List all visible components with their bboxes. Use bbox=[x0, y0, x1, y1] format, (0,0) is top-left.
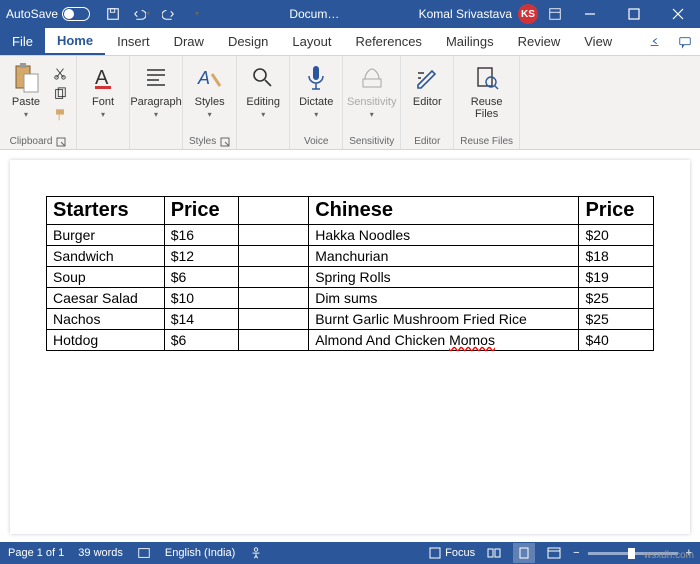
editor-icon bbox=[411, 62, 443, 94]
ribbon-options-button[interactable] bbox=[542, 2, 568, 26]
dialog-launcher-icon[interactable] bbox=[220, 137, 230, 147]
focus-mode-button[interactable]: Focus bbox=[429, 547, 475, 559]
tab-insert[interactable]: Insert bbox=[105, 28, 162, 55]
paragraph-icon bbox=[140, 62, 172, 94]
print-layout-button[interactable] bbox=[513, 543, 535, 563]
tab-view[interactable]: View bbox=[572, 28, 624, 55]
group-paragraph: Paragraph▾ bbox=[130, 56, 183, 149]
tab-design[interactable]: Design bbox=[216, 28, 280, 55]
reuse-files-icon bbox=[471, 62, 503, 94]
comments-button[interactable] bbox=[670, 28, 700, 55]
font-icon: A bbox=[87, 62, 119, 94]
tab-home[interactable]: Home bbox=[45, 28, 105, 55]
tab-references[interactable]: References bbox=[343, 28, 433, 55]
table-row: Nachos$14Burnt Garlic Mushroom Fried Ric… bbox=[47, 309, 654, 330]
paragraph-button[interactable]: Paragraph▾ bbox=[136, 62, 176, 120]
table-row: Caesar Salad$10Dim sums$25 bbox=[47, 288, 654, 309]
font-button[interactable]: A Font▾ bbox=[83, 62, 123, 120]
copy-button[interactable] bbox=[50, 85, 70, 103]
read-mode-button[interactable] bbox=[483, 543, 505, 563]
clipboard-group-label: Clipboard bbox=[10, 136, 53, 147]
maximize-button[interactable] bbox=[612, 0, 656, 28]
search-icon bbox=[247, 62, 279, 94]
col-spacer[interactable] bbox=[239, 197, 309, 225]
dialog-launcher-icon[interactable] bbox=[56, 137, 66, 147]
title-bar: AutoSave ▾ ▾ Docum… Komal Srivastava KS bbox=[0, 0, 700, 28]
reuse-group-label: Reuse Files bbox=[460, 136, 513, 147]
editor-button[interactable]: Editor bbox=[407, 62, 447, 108]
autosave-toggle[interactable]: AutoSave bbox=[0, 7, 96, 21]
share-button[interactable] bbox=[640, 28, 670, 55]
table-row: Hotdog$6Almond And Chicken Momos$40 bbox=[47, 330, 654, 351]
styles-icon: A bbox=[194, 62, 226, 94]
tab-file[interactable]: File bbox=[0, 28, 45, 55]
user-name: Komal Srivastava bbox=[419, 7, 512, 21]
watermark: wsxdh.com bbox=[644, 550, 694, 561]
redo-button[interactable] bbox=[156, 2, 182, 26]
table-header-row: Starters Price Chinese Price bbox=[47, 197, 654, 225]
tab-mailings[interactable]: Mailings bbox=[434, 28, 506, 55]
paste-button[interactable]: Paste▾ bbox=[6, 62, 46, 120]
quick-access-toolbar: ▾ ▾ bbox=[96, 2, 214, 26]
document-page[interactable]: Starters Price Chinese Price Burger$16Ha… bbox=[10, 160, 690, 534]
close-button[interactable] bbox=[656, 0, 700, 28]
microphone-icon bbox=[300, 62, 332, 94]
accessibility-button[interactable] bbox=[249, 546, 263, 560]
document-title: Docum… bbox=[214, 7, 415, 21]
table-row: Soup$6Spring Rolls$19 bbox=[47, 267, 654, 288]
paste-icon bbox=[10, 62, 42, 94]
col-starters[interactable]: Starters bbox=[47, 197, 165, 225]
menu-table[interactable]: Starters Price Chinese Price Burger$16Ha… bbox=[46, 196, 654, 351]
undo-button[interactable]: ▾ bbox=[128, 2, 154, 26]
editing-button[interactable]: Editing▾ bbox=[243, 62, 283, 120]
svg-text:A: A bbox=[95, 67, 109, 89]
ribbon: Paste▾ Clipboard A Font▾ Paragraph▾ bbox=[0, 56, 700, 150]
group-font: A Font▾ bbox=[77, 56, 130, 149]
col-price-2[interactable]: Price bbox=[579, 197, 654, 225]
styles-button[interactable]: A Styles▾ bbox=[190, 62, 230, 120]
tab-draw[interactable]: Draw bbox=[162, 28, 216, 55]
voice-group-label: Voice bbox=[304, 136, 328, 147]
svg-text:A: A bbox=[197, 68, 210, 88]
table-row: Sandwich$12Manchurian$18 bbox=[47, 246, 654, 267]
minimize-button[interactable] bbox=[568, 0, 612, 28]
language-indicator[interactable]: English (India) bbox=[165, 547, 235, 559]
status-bar: Page 1 of 1 39 words English (India) Foc… bbox=[0, 542, 700, 564]
reuse-files-button[interactable]: Reuse Files bbox=[467, 62, 507, 120]
group-clipboard: Paste▾ Clipboard bbox=[0, 56, 77, 149]
avatar: KS bbox=[518, 4, 538, 24]
group-sensitivity: Sensitivity▾ Sensitivity bbox=[343, 56, 401, 149]
autosave-label: AutoSave bbox=[6, 7, 58, 21]
group-editing: Editing▾ bbox=[237, 56, 290, 149]
dictate-button[interactable]: Dictate▾ bbox=[296, 62, 336, 120]
group-styles: A Styles▾ Styles bbox=[183, 56, 237, 149]
qat-customize[interactable]: ▾ bbox=[184, 2, 210, 26]
spell-check-button[interactable] bbox=[137, 546, 151, 560]
sensitivity-icon bbox=[356, 62, 388, 94]
page-indicator[interactable]: Page 1 of 1 bbox=[8, 547, 64, 559]
format-painter-button[interactable] bbox=[50, 106, 70, 124]
web-layout-button[interactable] bbox=[543, 543, 565, 563]
tab-review[interactable]: Review bbox=[506, 28, 573, 55]
sensitivity-button: Sensitivity▾ bbox=[352, 62, 392, 120]
cut-button[interactable] bbox=[50, 64, 70, 82]
save-button[interactable] bbox=[100, 2, 126, 26]
group-editor: Editor Editor bbox=[401, 56, 454, 149]
table-row: Burger$16Hakka Noodles$20 bbox=[47, 225, 654, 246]
zoom-out-button[interactable]: − bbox=[573, 547, 579, 559]
word-count[interactable]: 39 words bbox=[78, 547, 123, 559]
styles-group-label: Styles bbox=[189, 136, 216, 147]
tab-layout[interactable]: Layout bbox=[280, 28, 343, 55]
group-voice: Dictate▾ Voice bbox=[290, 56, 343, 149]
col-price-1[interactable]: Price bbox=[164, 197, 239, 225]
group-reuse-files: Reuse Files Reuse Files bbox=[454, 56, 520, 149]
ribbon-tabs: File Home Insert Draw Design Layout Refe… bbox=[0, 28, 700, 56]
editor-group-label: Editor bbox=[414, 136, 440, 147]
spelling-error: Momos bbox=[449, 332, 495, 348]
toggle-off-icon bbox=[62, 7, 90, 21]
col-chinese[interactable]: Chinese bbox=[309, 197, 579, 225]
user-account[interactable]: Komal Srivastava KS bbox=[415, 4, 542, 24]
sensitivity-group-label: Sensitivity bbox=[349, 136, 394, 147]
window-controls bbox=[568, 0, 700, 28]
